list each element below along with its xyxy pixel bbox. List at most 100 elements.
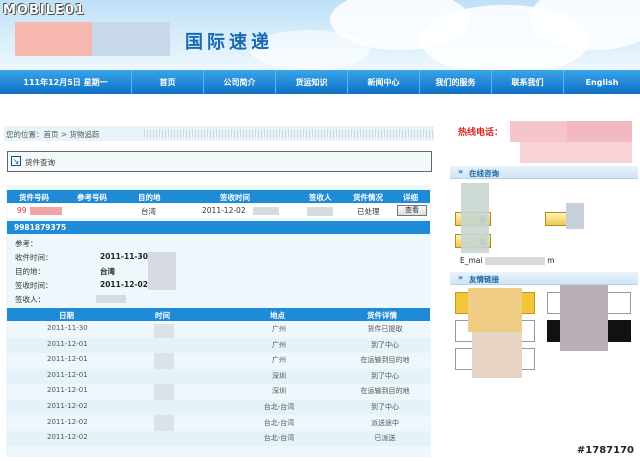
redacted-block	[472, 332, 522, 378]
query-section: ↘ 货件查询	[7, 151, 432, 172]
logo-redacted	[92, 22, 170, 56]
site-title: 国际速递	[185, 32, 273, 53]
online-consult-header: » 在线咨询	[450, 166, 638, 179]
place-cell: 台北-台湾	[263, 403, 295, 411]
breadcrumb-text: 您的位置：首页 > 货物追踪	[6, 130, 100, 139]
date-cell: 2011-12-01	[47, 370, 88, 379]
tracking-number: 9981879375	[14, 223, 67, 232]
redacted-block	[484, 257, 545, 265]
place-cell: 台北-台湾	[263, 434, 295, 443]
detail-row: 2011-12-01 深圳 在运输到目的地	[7, 384, 430, 399]
sign-time-cell: 2011-12-02	[202, 206, 246, 215]
redacted-block	[560, 285, 608, 351]
detail-cell: 已派送	[374, 434, 396, 443]
column-header: 签收人	[309, 193, 332, 202]
date-cell: 2011-12-01	[47, 339, 88, 348]
redacted-block	[148, 252, 176, 290]
friend-links-header: » 友情链接	[450, 272, 638, 285]
detail-row: 2011-12-02 台北-台湾 到了中心	[7, 400, 430, 415]
column-header: 货件详情	[367, 311, 397, 320]
place-cell: 广州	[272, 356, 286, 365]
column-header: 货件号码	[19, 193, 49, 202]
column-header: 时间	[155, 311, 170, 320]
watermark-logo: MOBILE01	[3, 3, 85, 18]
breadcrumb: 您的位置：首页 > 货物追踪	[4, 126, 434, 141]
nav-item-about[interactable]: 公司简介	[204, 70, 276, 94]
place-cell: 台北-台湾	[263, 418, 295, 427]
detail-row: 2011-12-01 广州 到了中心	[7, 337, 430, 353]
summary-table-header: 货件号码 参考号码 目的地 签收时间 签收人 货件情况 详细	[7, 190, 430, 203]
date-cell: 2011-12-02	[47, 433, 88, 442]
redacted-block	[461, 183, 489, 253]
query-label: 货件查询	[25, 158, 55, 167]
nav-item-english[interactable]: English	[564, 70, 640, 94]
destination-cell: 台湾	[141, 207, 156, 216]
nav-item-contact[interactable]: 联系我们	[492, 70, 564, 94]
double-arrow-icon: »	[458, 167, 464, 176]
column-header: 签收时间	[220, 193, 250, 202]
tracking-number-link[interactable]: 99	[17, 206, 27, 215]
view-detail-button[interactable]: 查看	[397, 205, 427, 216]
column-header: 货件情况	[353, 193, 383, 202]
info-label: 签收人：	[15, 295, 45, 304]
header-banner: MOBILE01 国际速递	[0, 0, 640, 70]
detail-cell: 到了中心	[371, 340, 399, 349]
nav-item-services[interactable]: 我们的服务	[420, 70, 492, 94]
sign-time-value: 2011-12-02	[100, 280, 148, 289]
nav-item-knowledge[interactable]: 货运知识	[276, 70, 348, 94]
nav-item-news[interactable]: 新闻中心	[348, 70, 420, 94]
main-nav: 111年12月5日 星期一 首页 公司简介 货运知识 新闻中心 我们的服务 联系…	[0, 70, 640, 94]
redacted-block	[307, 207, 333, 216]
email-line: E_mai m	[460, 256, 555, 265]
dotted-divider	[144, 130, 434, 138]
detail-cell: 货件已提取	[367, 325, 403, 333]
redacted-block	[253, 207, 279, 215]
column-header: 参考号码	[77, 193, 107, 202]
detail-row: 2011-12-01 深圳 到了中心	[7, 368, 430, 384]
column-header: 日期	[59, 311, 74, 320]
place-cell: 深圳	[272, 387, 286, 396]
redacted-block	[96, 295, 126, 303]
detail-cell: 在运输到目的地	[360, 387, 410, 396]
place-cell: 深圳	[272, 371, 286, 380]
place-cell: 广州	[272, 325, 286, 333]
date-cell: 2011-12-01	[47, 355, 88, 364]
redacted-block	[567, 121, 632, 142]
arrow-down-right-icon: ↘	[11, 156, 21, 166]
column-header: 目的地	[138, 193, 161, 202]
date-cell: 2011-12-02	[47, 402, 88, 410]
nav-item-home[interactable]: 首页	[132, 70, 204, 94]
post-id-stamp: #1787170	[576, 445, 634, 456]
detail-row: 2011-12-02 台北-台湾 派送途中	[7, 416, 430, 431]
detail-cell: 在运输到目的地	[360, 356, 410, 365]
column-header: 地点	[270, 311, 285, 320]
detail-row: 2011-11-30 广州 货件已提取	[7, 322, 430, 337]
detail-row: 2011-12-01 广州 在运输到目的地	[7, 353, 430, 368]
tracking-number-bar: 9981879375	[7, 221, 430, 234]
logo-redacted	[15, 22, 93, 56]
place-cell: 广州	[272, 340, 286, 349]
detail-cell: 派送途中	[371, 418, 399, 427]
info-label: 收件时间：	[15, 253, 53, 262]
column-header: 详细	[403, 193, 418, 202]
redacted-block	[468, 288, 522, 332]
table-row: 99 台湾 2011-12-02 已处理 查看	[7, 204, 430, 218]
redacted-block	[520, 142, 632, 163]
hotline-label: 热线电话：	[458, 128, 504, 138]
info-label: 参考：	[15, 239, 38, 248]
date-cell: 2011-12-01	[47, 386, 88, 395]
status-cell: 已处理	[357, 207, 380, 216]
redacted-block	[566, 203, 584, 229]
nav-date: 111年12月5日 星期一	[0, 70, 132, 94]
detail-table-header: 日期 时间 地点 货件详情	[7, 308, 430, 321]
detail-cell: 到了中心	[371, 403, 399, 411]
info-label: 签收时间：	[15, 281, 53, 290]
destination-value: 台湾	[100, 267, 115, 276]
date-cell: 2011-12-02	[47, 417, 88, 426]
date-cell: 2011-11-30	[47, 324, 88, 332]
redacted-block	[30, 207, 62, 215]
detail-cell: 到了中心	[371, 371, 399, 380]
receive-time-value: 2011-11-30	[100, 252, 148, 261]
double-arrow-icon: »	[458, 273, 464, 282]
detail-row: 2011-12-02 台北-台湾 已派送	[7, 431, 430, 447]
